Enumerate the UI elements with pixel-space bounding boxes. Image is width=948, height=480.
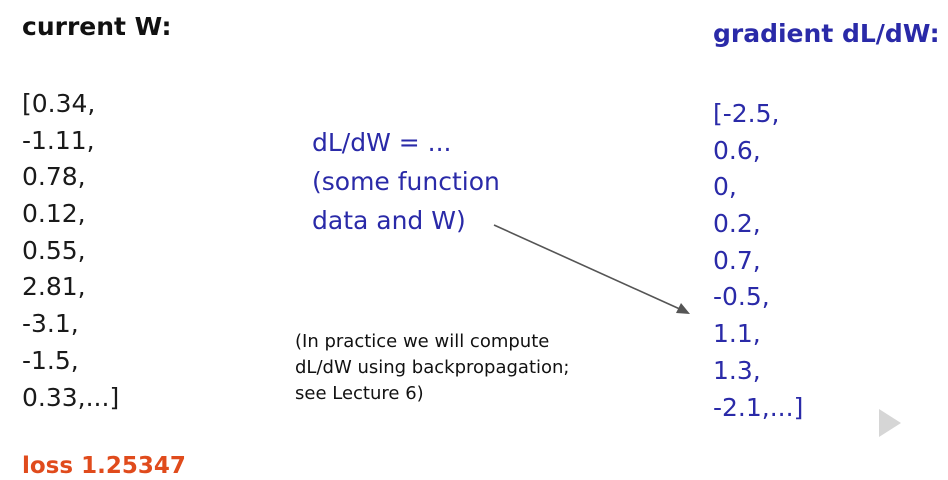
play-badge-icon[interactable] bbox=[851, 377, 923, 457]
slide: current W: [0.34, -1.11, 0.78, 0.12, 0.5… bbox=[0, 0, 948, 480]
loss-label: loss 1.25347 bbox=[22, 453, 186, 479]
arrow-icon bbox=[493, 224, 690, 314]
